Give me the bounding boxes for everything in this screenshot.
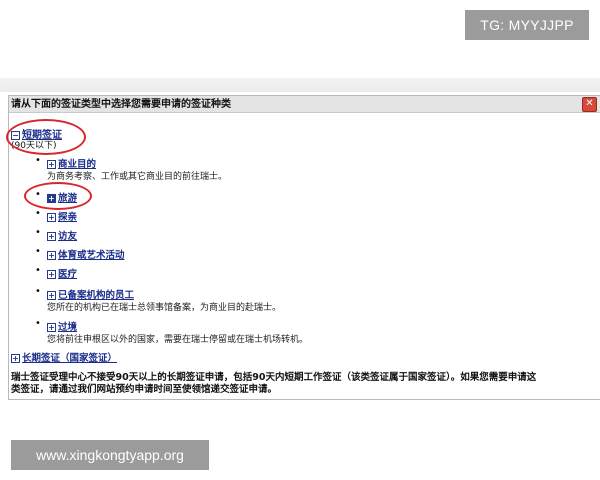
- visa-type-dialog: 请从下面的签证类型中选择您需要申请的签证种类 ✕ − 短期签证 (90天以下) •…: [6, 95, 600, 400]
- expand-icon[interactable]: +: [47, 232, 56, 241]
- bullet: •: [35, 155, 41, 166]
- url-watermark: www.xingkongtyapp.org: [11, 440, 209, 470]
- item-sports-arts-label[interactable]: 体育或艺术活动: [58, 250, 125, 261]
- item-family-label[interactable]: 探亲: [58, 212, 77, 223]
- expand-icon[interactable]: +: [47, 291, 56, 300]
- bullet: •: [35, 265, 41, 276]
- top-band: [0, 78, 600, 92]
- bullet: •: [35, 208, 41, 219]
- item-registered-staff[interactable]: + 已备案机构的员工: [47, 287, 134, 301]
- item-medical[interactable]: + 医疗: [47, 266, 77, 280]
- expand-icon[interactable]: +: [11, 354, 20, 363]
- item-registered-staff-note: 您所在的机构已在瑞士总领事馆备案，为商业目的赴瑞士。: [47, 303, 282, 313]
- item-business-note: 为商务考察、工作或其它商业目的前往瑞士。: [47, 172, 228, 182]
- footer-line-1: 瑞士签证受理中心不接受90天以上的长期签证申请，包括90天内短期工作签证（该类签…: [11, 372, 537, 383]
- footer-notice: 瑞士签证受理中心不接受90天以上的长期签证申请，包括90天内短期工作签证（该类签…: [11, 372, 598, 396]
- item-friends[interactable]: + 访友: [47, 228, 77, 242]
- item-sports-arts[interactable]: + 体育或艺术活动: [47, 247, 125, 261]
- expand-icon[interactable]: +: [47, 160, 56, 169]
- item-medical-label[interactable]: 医疗: [58, 269, 77, 280]
- annotation-ring-tourism: [24, 182, 92, 210]
- item-business[interactable]: + 商业目的: [47, 156, 96, 170]
- screenshot-area: 请从下面的签证类型中选择您需要申请的签证种类 ✕ − 短期签证 (90天以下) •…: [0, 78, 600, 404]
- telegram-watermark: TG: MYYJJPP: [465, 10, 589, 40]
- close-button[interactable]: ✕: [582, 97, 597, 112]
- bullet: •: [35, 246, 41, 257]
- long-term-link[interactable]: 长期签证（国家签证）: [22, 353, 117, 364]
- expand-icon[interactable]: +: [47, 251, 56, 260]
- dialog-content: − 短期签证 (90天以下) • + 商业目的 为商务考察、工作或其它商业目的前往瑞…: [6, 114, 600, 399]
- item-transit-note: 您将前往申根区以外的国家，需要在瑞士停留或在瑞士机场转机。: [47, 335, 309, 345]
- item-family[interactable]: + 探亲: [47, 209, 77, 223]
- expand-icon[interactable]: +: [47, 270, 56, 279]
- long-term-header[interactable]: + 长期签证（国家签证）: [11, 350, 117, 364]
- item-transit[interactable]: + 过境: [47, 319, 77, 333]
- bullet: •: [35, 227, 41, 238]
- dialog-title: 请从下面的签证类型中选择您需要申请的签证种类: [9, 96, 600, 113]
- footer-line-2: 类签证，请通过我们网站预约申请时间至使领馆递交签证申请。: [11, 384, 278, 395]
- expand-icon[interactable]: +: [47, 323, 56, 332]
- bullet: •: [35, 318, 41, 329]
- annotation-ring-short-term: [6, 119, 86, 155]
- item-friends-label[interactable]: 访友: [58, 231, 77, 242]
- bullet: •: [35, 286, 41, 297]
- expand-icon[interactable]: +: [47, 213, 56, 222]
